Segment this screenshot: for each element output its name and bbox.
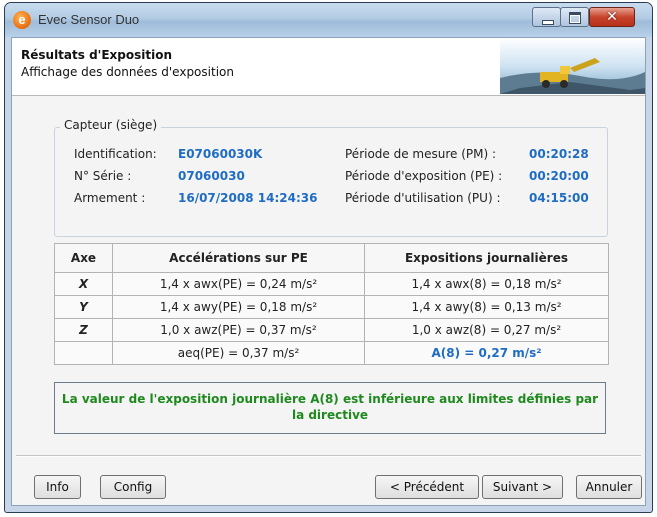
acceleration-cell: 1,4 x awy(PE) = 0,18 m/s² xyxy=(112,295,365,319)
acceleration-cell: 1,0 x awz(PE) = 0,37 m/s² xyxy=(112,318,365,342)
exposure-cell: 1,4 x awy(8) = 0,13 m/s² xyxy=(364,295,609,319)
a8-total-cell: A(8) = 0,27 m/s² xyxy=(364,341,609,365)
config-button[interactable]: Config xyxy=(100,475,166,499)
footer-divider xyxy=(16,455,641,457)
sensor-group-label: Capteur (siège) xyxy=(60,118,162,132)
header-axe: Axe xyxy=(54,243,113,273)
close-button[interactable]: ✕ xyxy=(589,7,635,27)
axis-cell: Y xyxy=(54,295,113,319)
aeq-cell: aeq(PE) = 0,37 m/s² xyxy=(112,341,365,365)
minimize-button[interactable] xyxy=(532,7,561,27)
identification-value: E07060030K xyxy=(178,147,263,161)
exposure-cell: 1,4 x awx(8) = 0,18 m/s² xyxy=(364,272,609,296)
page-title: Résultats d'Exposition xyxy=(21,48,172,62)
maximize-icon xyxy=(569,12,581,24)
title-bar[interactable]: e Evec Sensor Duo ✕ xyxy=(5,3,652,37)
close-icon: ✕ xyxy=(606,9,618,25)
header-expositions: Expositions journalières xyxy=(364,243,609,273)
wizard-header: Résultats d'Exposition Affichage des don… xyxy=(12,38,645,96)
table-row: Z 1,0 x awz(PE) = 0,37 m/s² 1,0 x awz(8)… xyxy=(54,318,609,342)
serial-value: 07060030 xyxy=(178,169,245,183)
header-accelerations: Accélérations sur PE xyxy=(112,243,365,273)
identification-label: Identification: xyxy=(74,147,157,161)
page-subtitle: Affichage des données d'exposition xyxy=(21,65,234,79)
result-message: La valeur de l'exposition journalière A(… xyxy=(54,382,606,434)
industrial-machinery-image xyxy=(500,38,645,94)
info-button[interactable]: Info xyxy=(34,475,81,499)
cancel-button[interactable]: Annuler xyxy=(576,475,642,499)
app-logo-icon: e xyxy=(13,11,31,29)
serial-label: N° Série : xyxy=(74,169,132,183)
table-total-row: aeq(PE) = 0,37 m/s² A(8) = 0,27 m/s² xyxy=(54,341,609,365)
axis-cell: X xyxy=(54,272,113,296)
exposure-results-table: Axe Accélérations sur PE Expositions jou… xyxy=(54,243,609,365)
exposure-cell: 1,0 x awz(8) = 0,27 m/s² xyxy=(364,318,609,342)
pu-label: Période d'utilisation (PU) : xyxy=(345,191,501,205)
sensor-group-box xyxy=(54,127,608,237)
axis-cell: Z xyxy=(54,318,113,342)
table-row: Y 1,4 x awy(PE) = 0,18 m/s² 1,4 x awy(8)… xyxy=(54,295,609,319)
pe-label: Période d'exposition (PE) : xyxy=(345,169,503,183)
table-header-row: Axe Accélérations sur PE Expositions jou… xyxy=(54,243,609,273)
application-window: e Evec Sensor Duo ✕ Résultats d'Expositi… xyxy=(4,2,653,513)
next-button[interactable]: Suivant > xyxy=(482,475,563,499)
pe-value: 00:20:00 xyxy=(529,169,589,183)
table-row: X 1,4 x awx(PE) = 0,24 m/s² 1,4 x awx(8)… xyxy=(54,272,609,296)
window-title: Evec Sensor Duo xyxy=(38,12,140,27)
armement-value: 16/07/2008 14:24:36 xyxy=(178,191,318,205)
maximize-button[interactable] xyxy=(560,7,589,27)
empty-axis-cell xyxy=(54,341,113,365)
wizard-client-area: Résultats d'Exposition Affichage des don… xyxy=(11,37,646,506)
pm-value: 00:20:28 xyxy=(529,147,589,161)
previous-button[interactable]: < Précédent xyxy=(375,475,479,499)
pu-value: 04:15:00 xyxy=(529,191,589,205)
minimize-icon xyxy=(542,20,554,25)
acceleration-cell: 1,4 x awx(PE) = 0,24 m/s² xyxy=(112,272,365,296)
pm-label: Période de mesure (PM) : xyxy=(345,147,497,161)
armement-label: Armement : xyxy=(74,191,146,205)
